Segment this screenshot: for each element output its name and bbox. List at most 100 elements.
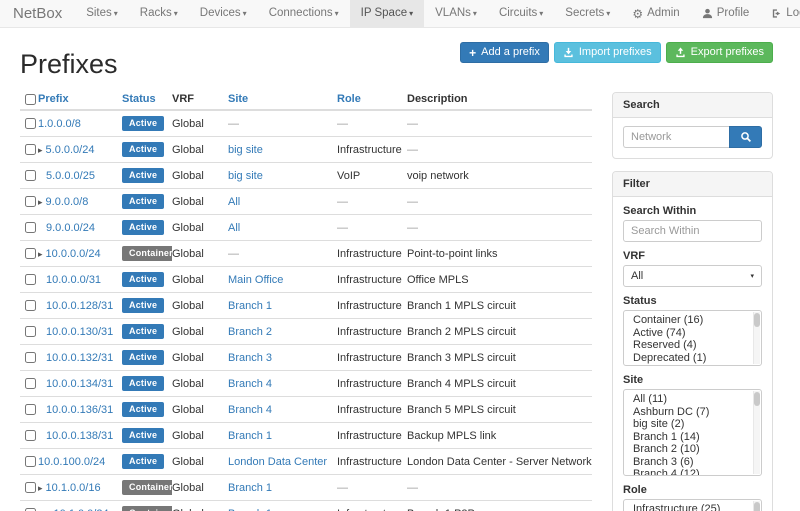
listbox-option[interactable]: Branch 4 (12) <box>624 468 761 476</box>
listbox-option[interactable]: big site (2) <box>624 418 761 431</box>
site-link[interactable]: Branch 1 <box>228 430 272 442</box>
site-cell: big site <box>228 137 337 163</box>
status-listbox[interactable]: Container (16)Active (74)Reserved (4)Dep… <box>623 310 762 366</box>
listbox-option[interactable]: Branch 2 (10) <box>624 443 761 456</box>
prefix-link[interactable]: 10.0.0.132/31 <box>46 352 113 364</box>
prefix-link[interactable]: 5.0.0.0/25 <box>46 170 95 182</box>
site-cell: — <box>228 110 337 137</box>
nav-item-secrets[interactable]: Secrets▾ <box>554 0 621 27</box>
site-link[interactable]: Branch 1 <box>228 508 272 511</box>
scrollbar-thumb[interactable] <box>754 313 760 327</box>
row-checkbox[interactable] <box>25 378 36 389</box>
prefix-link[interactable]: 5.0.0.0/24 <box>46 144 95 156</box>
row-checkbox[interactable] <box>25 144 36 155</box>
role-listbox[interactable]: Infrastructure (25)Management (8)Private… <box>623 499 762 511</box>
nav-item-admin[interactable]: ⚙Admin <box>621 0 690 27</box>
navbar-brand[interactable]: NetBox <box>0 0 75 27</box>
nav-item-connections[interactable]: Connections▾ <box>258 0 350 27</box>
export-prefixes-button[interactable]: Export prefixes <box>666 42 773 63</box>
site-cell: Branch 4 <box>228 371 337 397</box>
column-header-site[interactable]: Site <box>228 89 337 110</box>
site-link[interactable]: Branch 4 <box>228 378 272 390</box>
listbox-option[interactable]: Reserved (4) <box>624 339 761 352</box>
row-checkbox[interactable] <box>25 326 36 337</box>
site-empty: — <box>228 248 239 260</box>
prefix-link[interactable]: 1.0.0.0/8 <box>38 118 81 130</box>
prefix-link[interactable]: 10.0.0.0/31 <box>46 274 101 286</box>
site-link[interactable]: Main Office <box>228 274 283 286</box>
vrf-cell: Global <box>172 345 228 371</box>
site-link[interactable]: Branch 4 <box>228 404 272 416</box>
row-checkbox[interactable] <box>25 300 36 311</box>
listbox-option[interactable]: Branch 1 (14) <box>624 431 761 444</box>
search-button[interactable] <box>729 126 762 148</box>
row-checkbox[interactable] <box>25 196 36 207</box>
nav-item-sites[interactable]: Sites▾ <box>75 0 129 27</box>
search-input[interactable] <box>623 126 729 148</box>
add-a-prefix-button[interactable]: +Add a prefix <box>460 42 549 63</box>
site-link[interactable]: Branch 1 <box>228 482 272 494</box>
scrollbar-thumb[interactable] <box>754 502 760 511</box>
prefix-link[interactable]: 10.0.100.0/24 <box>38 456 105 468</box>
row-checkbox[interactable] <box>25 482 36 493</box>
site-link[interactable]: Branch 2 <box>228 326 272 338</box>
site-link[interactable]: Branch 3 <box>228 352 272 364</box>
nav-item-ip-space[interactable]: IP Space▾ <box>350 0 424 27</box>
status-cell: Active <box>122 189 172 215</box>
row-checkbox[interactable] <box>25 404 36 415</box>
column-header-prefix[interactable]: Prefix <box>38 89 122 110</box>
prefix-link[interactable]: 10.0.0.138/31 <box>46 430 113 442</box>
prefix-link[interactable]: 10.0.0.128/31 <box>46 300 113 312</box>
nav-item-vlans[interactable]: VLANs▾ <box>424 0 488 27</box>
prefix-link[interactable]: 10.0.0.134/31 <box>46 378 113 390</box>
scrollbar-thumb[interactable] <box>754 392 760 406</box>
table-row: 1.0.0.0/8ActiveGlobal——— <box>20 110 592 137</box>
nav-item-log-out[interactable]: Log out <box>760 0 800 27</box>
row-checkbox[interactable] <box>25 456 36 467</box>
site-link[interactable]: London Data Center <box>228 456 327 468</box>
prefix-link[interactable]: 9.0.0.0/24 <box>46 222 95 234</box>
search-within-input[interactable] <box>623 220 762 242</box>
row-checkbox[interactable] <box>25 118 36 129</box>
site-link[interactable]: All <box>228 196 240 208</box>
prefix-link[interactable]: 9.0.0.0/8 <box>46 196 89 208</box>
row-checkbox[interactable] <box>25 248 36 259</box>
row-checkbox[interactable] <box>25 430 36 441</box>
listbox-option[interactable]: All (11) <box>624 393 761 406</box>
site-empty: — <box>228 118 239 130</box>
row-checkbox[interactable] <box>25 274 36 285</box>
nav-item-devices[interactable]: Devices▾ <box>189 0 258 27</box>
listbox-option[interactable]: Deprecated (1) <box>624 352 761 365</box>
nav-item-profile[interactable]: Profile <box>691 0 761 27</box>
select-all-checkbox[interactable] <box>25 94 36 105</box>
scrollbar-track[interactable] <box>753 312 760 364</box>
role-cell: Infrastructure <box>337 267 407 293</box>
scrollbar-track[interactable] <box>753 501 760 511</box>
import-prefixes-button[interactable]: Import prefixes <box>554 42 661 63</box>
listbox-option[interactable]: Branch 3 (6) <box>624 456 761 469</box>
listbox-option[interactable]: Container (16) <box>624 314 761 327</box>
nav-item-racks[interactable]: Racks▾ <box>129 0 189 27</box>
site-link[interactable]: Branch 1 <box>228 300 272 312</box>
prefix-link[interactable]: 10.0.0.136/31 <box>46 404 113 416</box>
prefix-link[interactable]: 10.1.0.0/24 <box>54 508 109 511</box>
prefix-link[interactable]: 10.0.0.0/24 <box>46 248 101 260</box>
row-checkbox[interactable] <box>25 352 36 363</box>
scrollbar-track[interactable] <box>753 391 760 474</box>
site-cell: All <box>228 189 337 215</box>
prefix-link[interactable]: 10.1.0.0/16 <box>46 482 101 494</box>
row-checkbox[interactable] <box>25 222 36 233</box>
vrf-select[interactable]: All▾ <box>623 265 762 287</box>
site-link[interactable]: big site <box>228 144 263 156</box>
site-link[interactable]: All <box>228 222 240 234</box>
listbox-option[interactable]: Ashburn DC (7) <box>624 406 761 419</box>
site-link[interactable]: big site <box>228 170 263 182</box>
column-header-role[interactable]: Role <box>337 89 407 110</box>
site-listbox[interactable]: All (11)Ashburn DC (7)big site (2)Branch… <box>623 389 762 476</box>
prefix-link[interactable]: 10.0.0.130/31 <box>46 326 113 338</box>
column-header-status[interactable]: Status <box>122 89 172 110</box>
listbox-option[interactable]: Active (74) <box>624 327 761 340</box>
row-checkbox[interactable] <box>25 170 36 181</box>
listbox-option[interactable]: Infrastructure (25) <box>624 503 761 511</box>
nav-item-circuits[interactable]: Circuits▾ <box>488 0 554 27</box>
